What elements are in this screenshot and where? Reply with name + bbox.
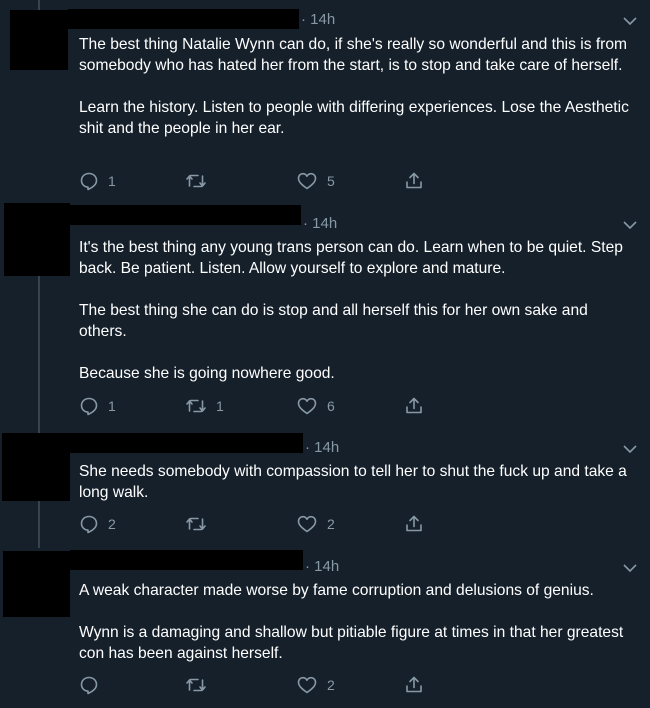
share-icon <box>404 396 424 416</box>
tweet-paragraph: Because she is going nowhere good. <box>79 365 335 382</box>
chevron-down-icon[interactable] <box>622 560 638 576</box>
tweet-timestamp[interactable]: · 14h <box>305 558 339 575</box>
avatar-redacted <box>3 551 70 617</box>
like-button[interactable]: 5 <box>296 170 335 192</box>
like-button[interactable]: 2 <box>296 674 335 696</box>
tweet-actions: 2 <box>79 674 439 696</box>
tweet-paragraph: A weak character made worse by fame corr… <box>79 582 594 599</box>
chevron-down-icon[interactable] <box>622 13 638 29</box>
reply-button[interactable] <box>79 674 108 696</box>
reply-tweet[interactable]: · 14h A weak character made worse by fam… <box>0 548 650 708</box>
avatar-redacted <box>4 203 70 276</box>
heart-icon <box>296 514 318 534</box>
reply-icon <box>79 514 99 534</box>
retweet-icon <box>185 675 207 695</box>
tweet-actions: 1 1 6 <box>79 395 439 417</box>
reply-icon <box>79 396 99 416</box>
share-button[interactable] <box>404 674 424 696</box>
like-count: 2 <box>327 516 335 532</box>
tweet-text: She needs somebody with compassion to te… <box>79 461 639 503</box>
reply-icon <box>79 675 99 695</box>
retweet-button[interactable] <box>185 513 216 535</box>
tweet-text: The best thing Natalie Wynn can do, if s… <box>79 34 639 139</box>
author-name-redacted <box>70 433 303 453</box>
share-icon <box>404 171 424 191</box>
reply-count: 1 <box>108 398 116 414</box>
heart-icon <box>296 396 318 416</box>
tweet-paragraph: She needs somebody with compassion to te… <box>79 463 627 501</box>
like-button[interactable]: 2 <box>296 513 335 535</box>
like-count: 6 <box>327 398 335 414</box>
reply-tweet[interactable]: · 14h It's the best thing any young tran… <box>0 200 650 428</box>
tweet-timestamp[interactable]: · 14h <box>305 439 339 456</box>
author-name-redacted <box>70 550 303 570</box>
share-icon <box>404 675 424 695</box>
heart-icon <box>296 171 318 191</box>
tweet-paragraph: Wynn is a damaging and shallow but pitia… <box>79 624 624 662</box>
retweet-button[interactable] <box>185 170 216 192</box>
reply-button[interactable]: 1 <box>79 170 116 192</box>
tweet-actions: 1 5 <box>79 170 439 192</box>
like-count: 5 <box>327 173 335 189</box>
like-count: 2 <box>327 677 335 693</box>
retweet-icon <box>185 396 207 416</box>
tweet-paragraph: The best thing she can do is stop and al… <box>79 302 588 340</box>
share-button[interactable] <box>404 513 424 535</box>
retweet-icon <box>185 171 207 191</box>
reply-button[interactable]: 1 <box>79 395 116 417</box>
reply-count: 1 <box>108 173 116 189</box>
tweet-text: It's the best thing any young trans pers… <box>79 237 639 384</box>
avatar-redacted <box>10 10 68 70</box>
retweet-button[interactable] <box>185 674 216 696</box>
share-button[interactable] <box>404 170 424 192</box>
tweet-timestamp[interactable]: · 14h <box>301 11 335 28</box>
tweet-paragraph: The best thing Natalie Wynn can do, if s… <box>79 36 628 74</box>
reply-icon <box>79 171 99 191</box>
tweet-text: A weak character made worse by fame corr… <box>79 580 639 664</box>
tweet-paragraph: Learn the history. Listen to people with… <box>79 99 629 137</box>
chevron-down-icon[interactable] <box>622 217 638 233</box>
thread-line <box>38 0 40 10</box>
thread-line <box>38 276 40 428</box>
retweet-count: 1 <box>216 398 224 414</box>
reply-count: 2 <box>108 516 116 532</box>
tweet-timestamp[interactable]: · 14h <box>303 215 337 232</box>
author-name-redacted <box>70 205 301 225</box>
reply-tweet[interactable]: · 14h She needs somebody with compassion… <box>0 428 650 548</box>
tweet-paragraph: It's the best thing any young trans pers… <box>79 239 623 277</box>
chevron-down-icon[interactable] <box>622 441 638 457</box>
share-button[interactable] <box>404 395 424 417</box>
heart-icon <box>296 675 318 695</box>
retweet-icon <box>185 514 207 534</box>
tweet-actions: 2 2 <box>79 513 439 535</box>
thread-line <box>38 501 40 548</box>
like-button[interactable]: 6 <box>296 395 335 417</box>
share-icon <box>404 514 424 534</box>
avatar-redacted <box>2 433 70 501</box>
reply-tweet[interactable]: · 14h The best thing Natalie Wynn can do… <box>0 0 650 200</box>
reply-feed: · 14h The best thing Natalie Wynn can do… <box>0 0 650 708</box>
author-name-redacted <box>68 9 299 29</box>
reply-button[interactable]: 2 <box>79 513 116 535</box>
retweet-button[interactable]: 1 <box>185 395 224 417</box>
